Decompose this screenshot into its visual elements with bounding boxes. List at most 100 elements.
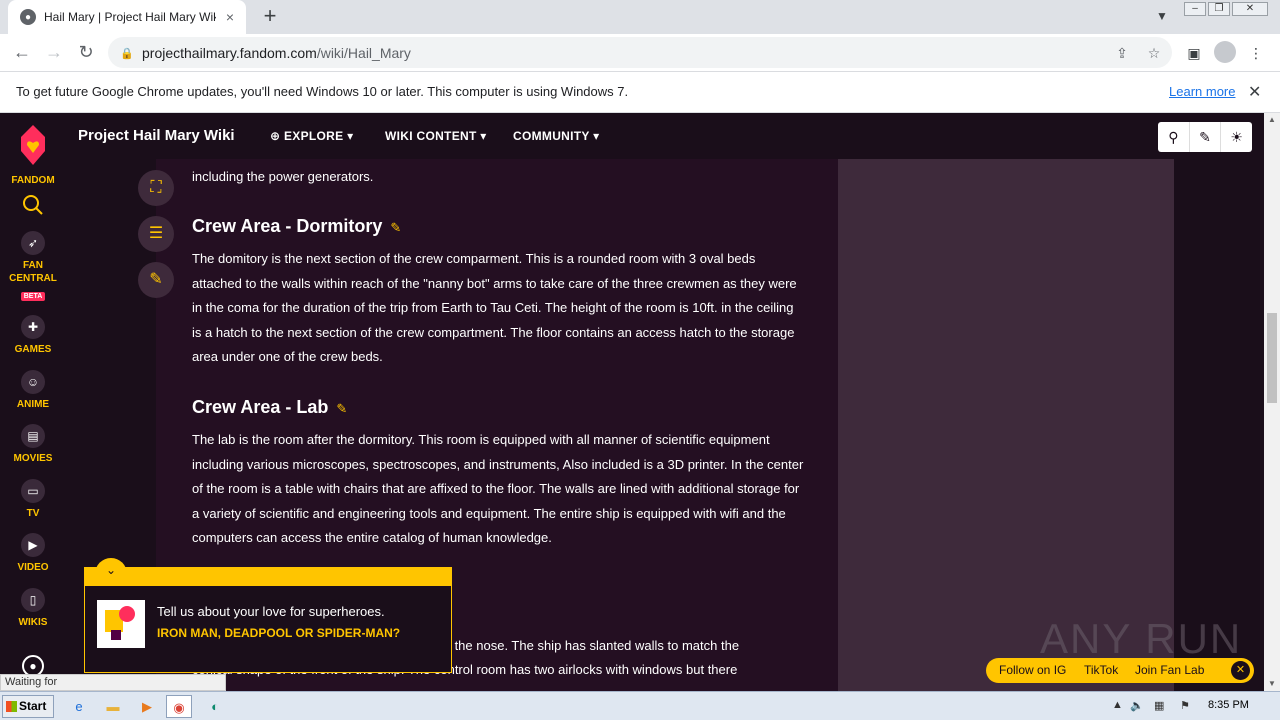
rail-label: FAN CENTRAL (9, 260, 57, 284)
status-bar: Waiting for pagead2.googlesyndication.co… (0, 674, 226, 691)
fandom-global-nav: FANDOM ➶ FAN CENTRAL BETA ✚ GAMES ☺ ANIM… (0, 113, 66, 691)
fandom-logo[interactable]: FANDOM (0, 121, 66, 187)
tab-strip: ● Hail Mary | Project Hail Mary Wiki | F… (0, 0, 1280, 34)
address-bar[interactable]: 🔒 projecthailmary.fandom.com/wiki/Hail_M… (108, 37, 1172, 68)
ie-icon[interactable]: e (66, 695, 92, 718)
book-icon: ▯ (21, 588, 45, 612)
media-player-icon[interactable]: ▶ (134, 695, 160, 718)
rail-item-video[interactable]: ▶ VIDEO (0, 533, 66, 574)
join-fan-lab-link[interactable]: Join Fan Lab (1135, 663, 1204, 677)
popup-illustration (97, 600, 145, 648)
new-tab-button[interactable]: + (258, 4, 282, 28)
close-icon[interactable]: ✕ (1231, 661, 1250, 680)
section-title: Crew Area - Lab (192, 397, 329, 417)
rail-label: TV (26, 508, 40, 519)
rail-item-tv[interactable]: ▭ TV (0, 479, 66, 520)
tiktok-link[interactable]: TikTok (1084, 663, 1118, 677)
anyrun-watermark: ANY RUN (1040, 615, 1243, 662)
close-window-button[interactable]: ✕ (1232, 2, 1268, 16)
update-infobar: To get future Google Chrome updates, you… (0, 71, 1280, 113)
chevron-down-icon: ▾ (593, 129, 600, 143)
learn-more-link[interactable]: Learn more (1169, 84, 1235, 99)
edit-section-icon[interactable]: ✎ (390, 220, 401, 235)
popup-question: Tell us about your love for superheroes. (157, 604, 385, 619)
search-button[interactable] (0, 193, 66, 222)
popup-answer-link[interactable]: IRON MAN, DEADPOOL OR SPIDER-MAN? (157, 626, 427, 641)
article-text: p in the nose. The ship has slanted wall… (430, 638, 740, 653)
forward-icon[interactable]: → (42, 40, 66, 64)
chevron-down-icon: ▾ (347, 129, 354, 143)
survey-popup: ⌄ Tell us about your love for superheroe… (84, 558, 452, 673)
action-center-icon[interactable]: ⚑ (1180, 699, 1190, 712)
fullscreen-icon[interactable]: ⛶ (138, 170, 174, 206)
article-paragraph: The lab is the room after the dormitory.… (192, 432, 804, 545)
rail-label: MOVIES (13, 453, 53, 464)
table-of-contents-icon[interactable]: ☰ (138, 216, 174, 252)
scroll-down-icon[interactable]: ▼ (1268, 679, 1276, 688)
taskbar: Start e ▬ ▶ ◉ ◐ ▲ 🔈 ▦ ⚑ 8:35 PM (0, 691, 1280, 720)
tab-close-icon[interactable]: × (222, 9, 238, 25)
bookmark-star-icon[interactable]: ☆ (1144, 43, 1164, 63)
minimize-button[interactable]: – (1184, 2, 1206, 16)
compass-icon: ⊕ (270, 129, 284, 143)
tv-icon: ▭ (21, 479, 45, 503)
tab-wiki-content[interactable]: WIKI CONTENT ▾ (385, 129, 487, 143)
network-icon[interactable]: ▦ (1154, 699, 1164, 712)
url-path: /wiki/Hail_Mary (316, 44, 411, 61)
edit-icon[interactable]: ✎ (138, 262, 174, 298)
web-page: FANDOM ➶ FAN CENTRAL BETA ✚ GAMES ☺ ANIM… (0, 113, 1264, 691)
start-button[interactable]: Start (2, 695, 54, 718)
rail-item-fan-central[interactable]: ➶ FAN CENTRAL BETA (0, 231, 66, 303)
clock: 8:35 PM (1208, 699, 1249, 711)
chrome-taskbar-icon[interactable]: ◉ (166, 695, 192, 718)
restore-button[interactable]: ❐ (1208, 2, 1230, 16)
fandom-label: FANDOM (11, 175, 55, 186)
discussions-icon[interactable]: ✎ (1190, 122, 1222, 152)
gamepad-icon: ✚ (21, 315, 45, 339)
tab-label: EXPLORE (284, 129, 344, 143)
fandom-favicon-icon: ● (20, 9, 36, 25)
rocket-icon: ➶ (21, 231, 45, 255)
rail-item-games[interactable]: ✚ GAMES (0, 315, 66, 356)
profile-avatar[interactable] (1214, 41, 1236, 63)
scroll-thumb[interactable] (1267, 313, 1277, 403)
section-heading: Crew Area - Dormitory ✎ (192, 216, 401, 237)
rail-item-wikis[interactable]: ▯ WIKIS (0, 588, 66, 629)
follow-ig-link[interactable]: Follow on IG (999, 663, 1066, 677)
section-heading: Crew Area - Lab ✎ (192, 397, 347, 418)
explorer-folder-icon[interactable]: ▬ (100, 695, 126, 718)
wiki-header: Project Hail Mary Wiki ⊕ EXPLORE ▾ WIKI … (66, 113, 1264, 159)
page-scrollbar[interactable]: ▲ ▼ (1264, 113, 1280, 691)
header-tools: ⚲ ✎ ☀ (1158, 122, 1252, 152)
tray-chevron-icon[interactable]: ▲ (1112, 699, 1123, 711)
menu-kebab-icon[interactable]: ⋮ (1246, 43, 1266, 63)
start-label: Start (19, 699, 47, 713)
theme-toggle-icon[interactable]: ☀ (1221, 122, 1252, 152)
collapse-chevron-icon[interactable]: ⌄ (95, 558, 127, 580)
article-text: including the power generators. (192, 169, 374, 184)
tab-title: Hail Mary | Project Hail Mary Wiki | Fan… (44, 10, 216, 24)
rail-label: VIDEO (17, 562, 49, 573)
share-icon[interactable]: ⇪ (1112, 43, 1132, 63)
volume-icon[interactable]: 🔈 (1130, 699, 1144, 712)
beta-badge: BETA (20, 292, 46, 301)
search-icon[interactable]: ⚲ (1158, 122, 1190, 152)
wiki-name[interactable]: Project Hail Mary Wiki (78, 127, 235, 144)
reload-icon[interactable]: ↻ (74, 40, 98, 64)
tab-community[interactable]: COMMUNITY ▾ (513, 129, 599, 143)
article-paragraph: The domitory is the next section of the … (192, 251, 797, 364)
tab-search-chevron-icon[interactable]: ▼ (1152, 6, 1172, 26)
edit-section-icon[interactable]: ✎ (336, 401, 347, 416)
rail-item-anime[interactable]: ☺ ANIME (0, 370, 66, 411)
lock-icon: 🔒 (120, 47, 134, 60)
edge-icon[interactable]: ◐ (202, 695, 228, 718)
infobar-message: To get future Google Chrome updates, you… (16, 84, 629, 99)
infobar-close-icon[interactable]: ✕ (1248, 82, 1261, 102)
tab-explore[interactable]: ⊕ EXPLORE ▾ (270, 129, 353, 143)
browser-tab[interactable]: ● Hail Mary | Project Hail Mary Wiki | F… (8, 0, 246, 34)
scroll-up-icon[interactable]: ▲ (1268, 115, 1276, 124)
back-icon[interactable]: ← (10, 40, 34, 64)
rail-label: ANIME (16, 399, 50, 410)
rail-item-movies[interactable]: ▤ MOVIES (0, 424, 66, 465)
side-panel-icon[interactable]: ▣ (1184, 43, 1204, 63)
